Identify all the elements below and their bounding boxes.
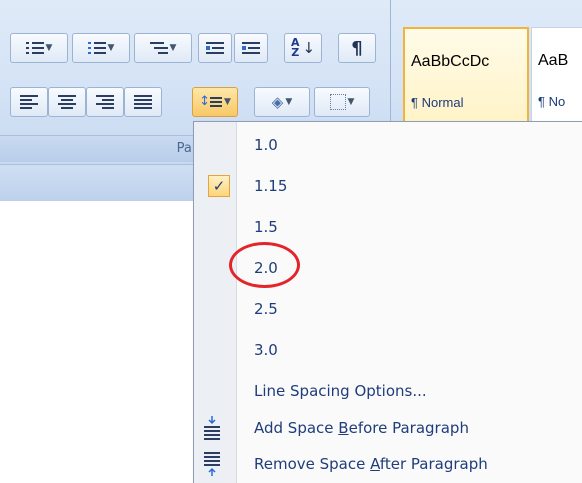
align-right-icon	[96, 95, 114, 109]
accelerator-key: A	[370, 455, 380, 473]
line-spacing-option-1-5[interactable]: 1.5	[194, 209, 582, 245]
align-left-button[interactable]	[10, 87, 48, 117]
label-part: fter Paragraph	[379, 455, 488, 473]
menu-item-label: 2.5	[254, 300, 278, 318]
menu-item-label: 1.5	[254, 218, 278, 236]
show-hide-marks-button[interactable]: ¶	[338, 33, 376, 63]
remove-space-after-paragraph-item[interactable]: Remove Space After Paragraph	[194, 446, 582, 482]
pilcrow-icon: ¶	[351, 37, 363, 59]
menu-item-label: Line Spacing Options...	[254, 382, 427, 400]
bullets-button[interactable]: ▼	[10, 33, 68, 63]
line-spacing-option-2-5[interactable]: 2.5	[194, 291, 582, 327]
borders-button[interactable]: ▼	[314, 87, 370, 117]
numbering-button[interactable]: ▼	[72, 33, 130, 63]
justify-button[interactable]	[124, 87, 162, 117]
align-left-icon	[20, 95, 38, 109]
sort-az-icon: AZ	[290, 36, 300, 59]
align-right-button[interactable]	[86, 87, 124, 117]
remove-space-after-icon	[204, 452, 220, 476]
line-spacing-icon	[209, 95, 222, 109]
borders-icon	[329, 94, 346, 110]
label-part: Remove Space	[254, 455, 371, 473]
menu-item-label: 1.15	[254, 177, 288, 195]
increase-indent-icon	[242, 41, 260, 55]
decrease-indent-icon	[206, 41, 224, 55]
line-spacing-menu: 1.0 ✓ 1.15 1.5 2.0 2.5 3.0 Line Spacing …	[193, 121, 582, 483]
numbered-list-icon	[87, 41, 106, 55]
add-space-before-paragraph-item[interactable]: Add Space Before Paragraph	[194, 410, 582, 446]
chevron-down-icon: ▼	[45, 43, 53, 53]
justify-icon	[134, 95, 152, 109]
sort-button[interactable]: A Z ↓	[284, 33, 322, 63]
multilevel-list-icon	[149, 41, 168, 55]
menu-item-label: Add Space Before Paragraph	[254, 410, 469, 446]
style-name: ¶ No	[538, 94, 566, 109]
shading-button[interactable]: ◈ ▼	[254, 87, 310, 117]
line-spacing-option-1-15[interactable]: ✓ 1.15	[194, 168, 582, 204]
style-sample: AaB	[538, 52, 569, 69]
line-spacing-option-3-0[interactable]: 3.0	[194, 332, 582, 368]
line-spacing-options-item[interactable]: Line Spacing Options...	[194, 373, 582, 409]
paint-bucket-icon: ◈	[271, 93, 284, 111]
checkmark-icon: ✓	[208, 175, 230, 197]
chevron-down-icon: ▼	[285, 97, 293, 107]
decrease-indent-button[interactable]	[198, 33, 232, 63]
line-spacing-arrows-icon: ↕	[199, 94, 210, 109]
accelerator-key: B	[338, 419, 349, 437]
style-normal[interactable]: AaBbCcDc ¶ Normal	[403, 27, 529, 127]
menu-item-label: Remove Space After Paragraph	[254, 446, 488, 482]
align-center-button[interactable]	[48, 87, 86, 117]
menu-item-label: 3.0	[254, 341, 278, 359]
style-no-spacing[interactable]: AaB ¶ No	[531, 27, 582, 127]
menu-item-label: 1.0	[254, 136, 278, 154]
red-annotation-circle	[229, 242, 300, 288]
increase-indent-button[interactable]	[234, 33, 268, 63]
align-center-icon	[58, 95, 76, 109]
chevron-down-icon: ▼	[223, 97, 231, 107]
bullets-icon	[25, 41, 44, 55]
add-space-before-icon	[204, 416, 220, 440]
line-spacing-button[interactable]: ↕ ▼	[192, 87, 238, 117]
chevron-down-icon: ▼	[347, 97, 355, 107]
line-spacing-option-1-0[interactable]: 1.0	[194, 127, 582, 163]
multilevel-list-button[interactable]: ▼	[134, 33, 192, 63]
label-part: Add Space	[254, 419, 339, 437]
chevron-down-icon: ▼	[169, 43, 177, 53]
chevron-down-icon: ▼	[107, 43, 115, 53]
style-sample: AaBbCcDc	[411, 53, 490, 70]
label-part: efore Paragraph	[348, 419, 469, 437]
arrow-down-icon: ↓	[302, 39, 316, 57]
style-name: ¶ Normal	[411, 95, 464, 110]
